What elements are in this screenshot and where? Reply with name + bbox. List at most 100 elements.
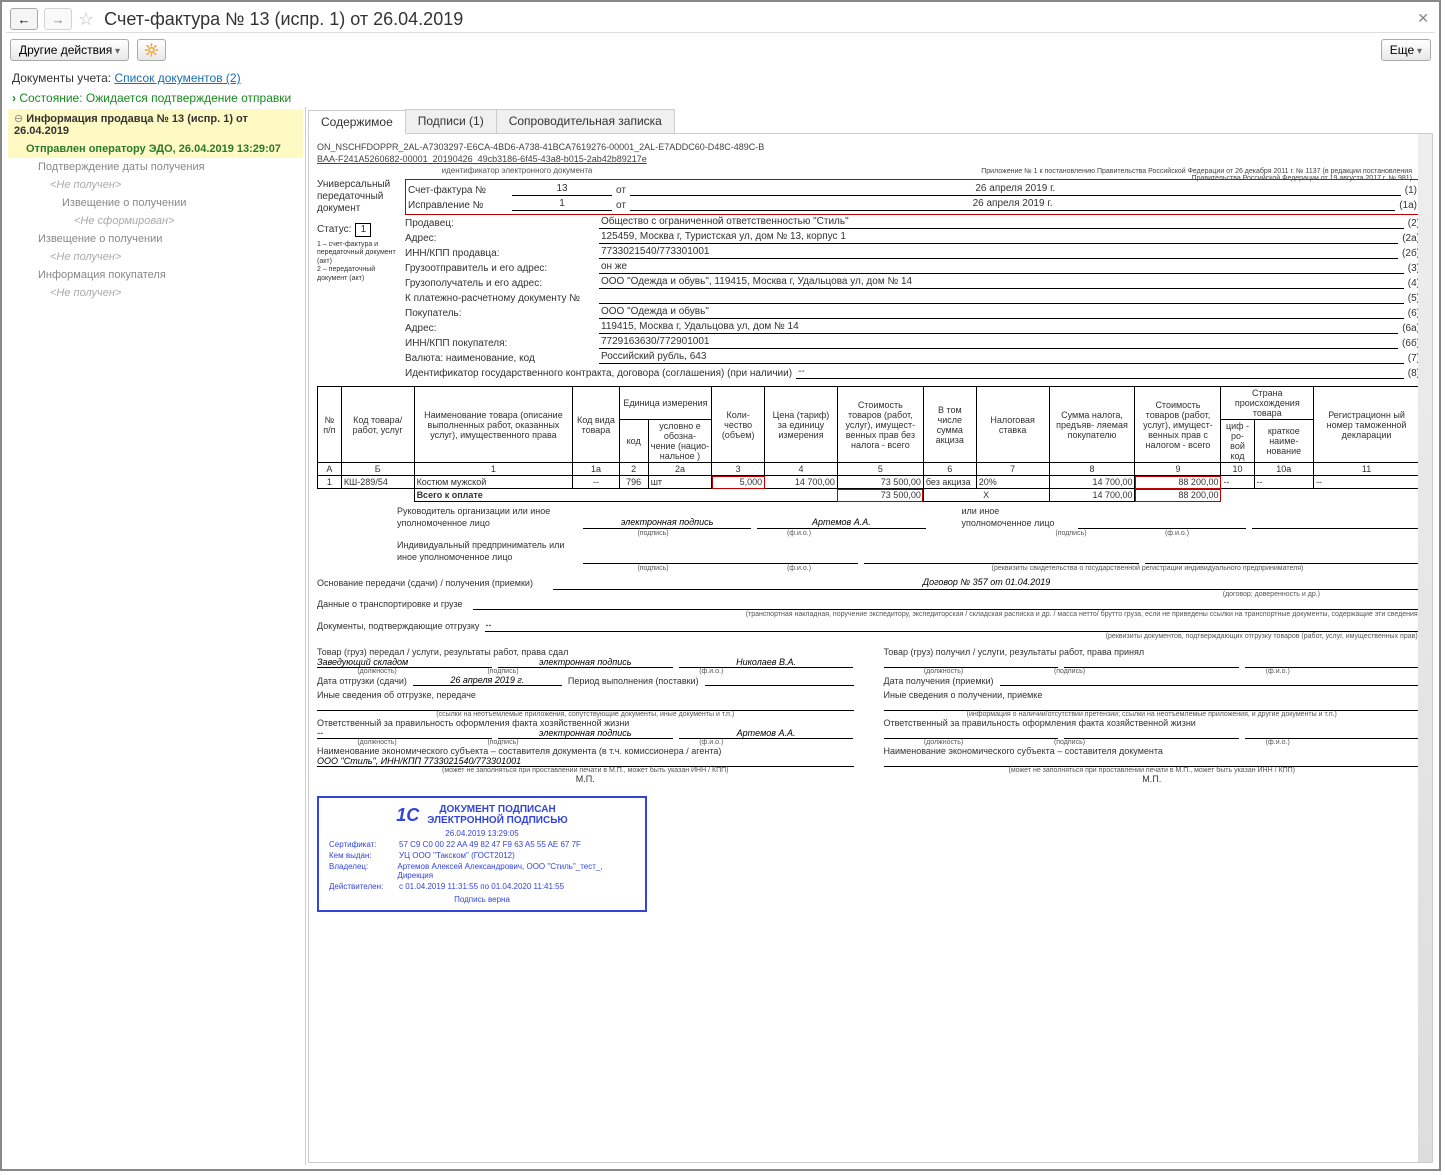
col-country: Страна происхождения товара <box>1221 387 1314 420</box>
cell-uname: шт <box>648 476 712 489</box>
resp-fio-r <box>1245 728 1420 739</box>
cell-excise: без акциза <box>923 476 976 489</box>
col-name: Наименование товара (описание выполненны… <box>414 387 573 463</box>
consignee-label: Грузополучатель и его адрес: <box>405 278 595 289</box>
resp-label-r: Ответственный за правильность оформления… <box>884 718 1421 728</box>
tab-cover-note[interactable]: Сопроводительная записка <box>496 109 675 133</box>
sig-head-fio: Артемов А.А. <box>757 517 925 530</box>
stamp-cert-label: Сертификат: <box>329 840 399 849</box>
tree-sent-operator[interactable]: Отправлен оператору ЭДО, 26.04.2019 13:2… <box>8 140 303 158</box>
other-recv-label: Иные сведения о получении, приемке <box>884 690 1421 700</box>
cell-qty: 5,000 <box>712 476 765 489</box>
tree-date-confirm[interactable]: Подтверждение даты получения <box>8 158 303 176</box>
tree-receipt-notice-2[interactable]: Извещение о получении <box>8 230 303 248</box>
gosid-label: Идентификатор государственного контракта… <box>405 368 792 379</box>
hint-fio3: (ф.и.о.) <box>729 564 869 573</box>
hint-sign1: (подпись) <box>583 529 723 538</box>
col-unit: Единица измерения <box>619 387 712 420</box>
col-decl: Регистрационн ый номер таможенной деклар… <box>1314 387 1420 463</box>
tree-seller-info[interactable]: Информация продавца № 13 (испр. 1) от 26… <box>8 109 303 140</box>
h-other-r: (информация о наличии/отсутствии претенз… <box>884 711 1421 718</box>
tree-buyer-info[interactable]: Информация покупателя <box>8 266 303 284</box>
sig-ip-fio <box>864 553 1139 564</box>
refresh-icon-button[interactable]: 🔆 <box>137 39 166 61</box>
nav-forward-button[interactable]: → <box>44 8 72 30</box>
paydoc-value <box>599 291 1404 304</box>
resp-fio-l: Артемов А.А. <box>679 728 854 739</box>
econ-value-l: ООО "Стиль", ИНН/КПП 7733021540/77330100… <box>317 756 854 767</box>
tab-content[interactable]: Содержимое <box>308 110 406 134</box>
h-mp-r: (может не заполняться при проставлении п… <box>884 767 1421 774</box>
cell-kind: -- <box>573 476 619 489</box>
cell-price: 14 700,00 <box>765 476 838 489</box>
sig-head-sign: электронная подпись <box>583 517 751 530</box>
ln-2: (2) <box>1408 218 1420 229</box>
sig-ip-sign <box>583 553 858 564</box>
ln-6b: (6б) <box>1402 338 1420 349</box>
other-actions-button[interactable]: Другие действия <box>10 39 129 61</box>
mp-l: М.П. <box>317 774 854 784</box>
inn-label: ИНН/КПП продавца: <box>405 248 595 259</box>
h-f3: (ф.и.о.) <box>1136 668 1421 675</box>
sf-number: 13 <box>512 183 612 196</box>
period-label: Период выполнения (поставки) <box>568 676 699 686</box>
h-mp-l: (может не заполняться при проставлении п… <box>317 767 854 774</box>
col-rate: Налоговая ставка <box>976 387 1049 463</box>
more-button[interactable]: Еще <box>1381 39 1431 61</box>
tab-signatures[interactable]: Подписи (1) <box>405 109 497 133</box>
hint-rekv: (реквизиты свидетельства о государственн… <box>875 564 1420 573</box>
recv-date-label: Дата получения (приемки) <box>884 676 994 686</box>
col-sum-nds: Стоимость товаров (работ, услуг), имущес… <box>1135 387 1221 463</box>
stamp-owner: Артемов Алексей Александрович, ООО "Стил… <box>397 862 635 880</box>
binn-label: ИНН/КПП покупателя: <box>405 338 595 349</box>
ln-8: (8) <box>1408 368 1420 379</box>
h-f2: (ф.и.о.) <box>569 739 854 746</box>
cell-sum: 88 200,00 <box>1135 476 1221 489</box>
cell-ucode: 796 <box>619 476 648 489</box>
col-country-name: краткое наиме- нование <box>1254 420 1314 463</box>
signature-stamp: 1C ДОКУМЕНТ ПОДПИСАН ЭЛЕКТРОННОЙ ПОДПИСЬ… <box>317 796 647 912</box>
accounting-docs-label: Документы учета: <box>12 71 111 85</box>
doc-id-1: ON_NSCHFDOPPR_2AL-A7303297-E6CA-4BD6-A73… <box>317 142 1420 152</box>
star-icon[interactable]: ☆ <box>78 9 94 30</box>
col-unit-name: условно е обозна- чение (нацио- нальное … <box>648 420 712 463</box>
nav-back-button[interactable]: ← <box>10 8 38 30</box>
h-s4: (подпись) <box>1010 739 1130 746</box>
basis-label: Основание передачи (сдачи) / получения (… <box>317 578 547 590</box>
hint-fio1: (ф.и.о.) <box>729 529 869 538</box>
buyer-value: ООО "Одежда и обувь" <box>599 306 1404 319</box>
currency-label: Валюта: наименование, код <box>405 353 595 364</box>
confirm-docs-value: -- <box>485 620 1420 633</box>
sf-from: от <box>616 185 626 196</box>
tree-receipt-notice-1[interactable]: Извещение о получении <box>8 194 303 212</box>
inn-value: 7733021540/773301001 <box>599 246 1398 259</box>
window-title: Счет-фактура № 13 (испр. 1) от 26.04.201… <box>104 9 463 30</box>
resp-label-l: Ответственный за правильность оформления… <box>317 718 854 728</box>
left-tree: Информация продавца № 13 (испр. 1) от 26… <box>6 107 306 1165</box>
stamp-valid: с 01.04.2019 11:31:55 по 01.04.2020 11:4… <box>399 882 564 891</box>
confirm-docs-label: Документы, подтверждающие отгрузку <box>317 621 479 633</box>
cell-cc: -- <box>1221 476 1254 489</box>
status-legend-2: 2 – передаточный документ (акт) <box>317 266 397 283</box>
close-icon[interactable]: ✕ <box>1417 10 1429 27</box>
ln-3: (3) <box>1408 263 1420 274</box>
resp-sign-r <box>1064 728 1239 739</box>
transport-label: Данные о транспортировке и грузе <box>317 599 467 611</box>
ship-date: 26 апреля 2019 г. <box>413 675 562 686</box>
stamp-title-1: ДОКУМЕНТ ПОДПИСАН <box>427 804 567 815</box>
transfer-title: Товар (груз) передал / услуги, результат… <box>317 647 854 657</box>
currency-value: Российский рубль, 643 <box>599 351 1404 364</box>
econ-value-r <box>884 756 1421 767</box>
seller-label: Продавец: <box>405 218 595 229</box>
recv-date <box>1000 675 1421 686</box>
addr-label: Адрес: <box>405 233 595 244</box>
col-unit-code: код <box>619 420 648 463</box>
econ-label-r: Наименование экономического субъекта – с… <box>884 746 1421 756</box>
basis-value: Договор № 357 от 01.04.2019 <box>553 577 1420 590</box>
transport-value <box>473 599 1420 610</box>
stamp-issued: УЦ ООО "Такском" (ГОСТ2012) <box>399 851 515 860</box>
correction-label: Исправление № <box>408 200 508 211</box>
doc-list-link[interactable]: Список документов (2) <box>114 71 240 85</box>
recv-pos <box>884 657 1059 668</box>
status-row: Состояние: Ожидается подтверждение отпра… <box>6 89 1435 107</box>
